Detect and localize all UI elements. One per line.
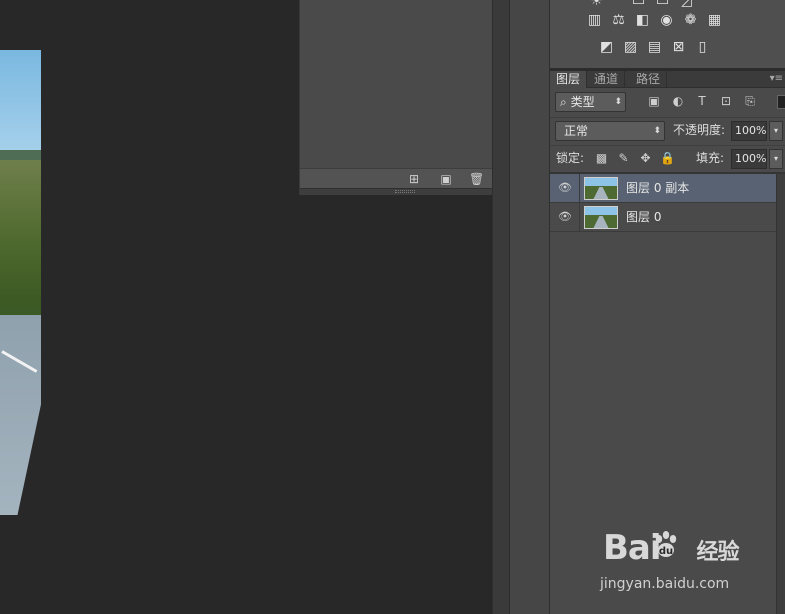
highway-photo	[0, 50, 41, 515]
eye-icon[interactable]: 👁	[558, 181, 572, 195]
fill-field[interactable]: 100%	[731, 149, 767, 169]
right-panel-column: ☀ ▭ ▭ ◿ ▥ ⚖ ◧ ◉ ❁ ▦ ◩ ▨ ▤ ⊠ ▯ 图层 通道 路径 ▾…	[550, 0, 785, 614]
threshold-icon[interactable]: ▤	[646, 39, 663, 56]
photoshop-workspace: ⊞ ▣ 🗑 ⋰ ☀ ▭ ▭ ◿ ▥ ⚖ ◧ ◉ ❁ ▦	[0, 0, 785, 614]
lock-transparent-pixels-icon[interactable]: ▩	[594, 151, 609, 166]
layer-thumbnail	[584, 206, 618, 229]
search-icon: ⌕	[560, 95, 567, 109]
layer-thumbnail	[584, 177, 618, 200]
adjustment-layer-filter-icon[interactable]: ◐	[670, 93, 686, 109]
tab-layers[interactable]: 图层	[550, 71, 588, 88]
layer-name[interactable]: 图层 0 副本	[626, 180, 689, 196]
lock-image-pixels-icon[interactable]: ✎	[616, 151, 631, 166]
brightness-icon[interactable]: ☀	[588, 0, 605, 10]
collapsed-panel-dock	[510, 0, 550, 614]
hue-saturation-icon[interactable]: ▥	[586, 12, 603, 29]
exposure-icon[interactable]: ◿	[678, 0, 695, 10]
photo-filter-icon[interactable]: ◉	[658, 12, 675, 29]
layers-scrollbar[interactable]	[776, 174, 785, 614]
baidu-jingyan-watermark: Bai 经验 du jingyan.baidu.com	[600, 528, 760, 598]
opacity-field[interactable]: 100%	[731, 121, 767, 141]
tab-paths[interactable]: 路径	[630, 71, 668, 88]
filter-kind-select[interactable]: ⌕ 类型 ⬍	[555, 92, 626, 112]
panel-dock-divider[interactable]	[492, 0, 510, 614]
lock-fill-row: 锁定: ▩ ✎ ✥ 🔒 填充: 100% ▾	[550, 145, 785, 171]
panel-resize-handle[interactable]	[300, 188, 511, 195]
history-footer: ⊞ ▣ 🗑 ⋰	[300, 168, 511, 352]
paw-logo-icon: du	[655, 531, 677, 557]
fill-label: 填充:	[696, 151, 725, 165]
pixel-layer-filter-icon[interactable]: ▣	[646, 93, 662, 109]
selective-color-icon[interactable]: ⊠	[670, 39, 687, 56]
opacity-label: 不透明度:	[673, 123, 726, 137]
filter-toggle[interactable]	[777, 95, 785, 109]
color-balance-icon[interactable]: ⚖	[610, 12, 627, 29]
svg-text:du: du	[659, 546, 673, 557]
eye-icon[interactable]: 👁	[558, 210, 572, 224]
watermark-url: jingyan.baidu.com	[600, 576, 730, 592]
smart-object-filter-icon[interactable]: ⎘	[742, 93, 758, 109]
new-document-from-state-icon[interactable]: ⊞	[407, 172, 421, 186]
opacity-dropdown-icon[interactable]: ▾	[769, 121, 783, 141]
updown-arrow-icon: ⬍	[653, 126, 661, 136]
channel-mixer-icon[interactable]: ❁	[682, 12, 699, 29]
curves-icon[interactable]: ▭	[654, 0, 671, 10]
layers-tabbar: 图层 通道 路径 ▾≡	[550, 71, 785, 88]
gradient-map-icon[interactable]: ▯	[694, 39, 711, 56]
history-panel: ⊞ ▣ 🗑 ⋰	[299, 0, 511, 352]
black-white-icon[interactable]: ◧	[634, 12, 651, 29]
layer-row[interactable]: 👁 图层 0 副本	[550, 174, 776, 203]
lock-label: 锁定:	[556, 151, 585, 165]
lock-all-icon[interactable]: 🔒	[660, 151, 675, 166]
tab-channels[interactable]: 通道	[588, 71, 626, 88]
layer-filter-row: ⌕ 类型 ⬍ ▣ ◐ T ⊡ ⎘	[550, 89, 785, 115]
invert-icon[interactable]: ◩	[598, 39, 615, 56]
blend-opacity-row: 正常 ⬍ 不透明度: 100% ▾	[550, 117, 785, 143]
shape-layer-filter-icon[interactable]: ⊡	[718, 93, 734, 109]
filter-kind-label: 类型	[570, 95, 595, 109]
color-lookup-icon[interactable]: ▦	[706, 12, 723, 29]
updown-arrow-icon: ⬍	[614, 97, 622, 107]
fill-dropdown-icon[interactable]: ▾	[769, 149, 783, 169]
layer-name[interactable]: 图层 0	[626, 209, 661, 225]
layer-row[interactable]: 👁 图层 0	[550, 203, 776, 232]
adjustments-panel: ☀ ▭ ▭ ◿ ▥ ⚖ ◧ ◉ ❁ ▦ ◩ ▨ ▤ ⊠ ▯	[550, 0, 785, 68]
blend-mode-value: 正常	[564, 124, 589, 138]
lock-position-icon[interactable]: ✥	[638, 151, 653, 166]
blend-mode-select[interactable]: 正常 ⬍	[555, 121, 665, 141]
type-layer-filter-icon[interactable]: T	[694, 93, 710, 109]
panel-menu-icon[interactable]: ▾≡	[770, 72, 783, 86]
trash-icon[interactable]: 🗑	[469, 172, 484, 186]
camera-icon[interactable]: ▣	[439, 172, 453, 186]
posterize-icon[interactable]: ▨	[622, 39, 639, 56]
levels-icon[interactable]: ▭	[630, 0, 647, 10]
